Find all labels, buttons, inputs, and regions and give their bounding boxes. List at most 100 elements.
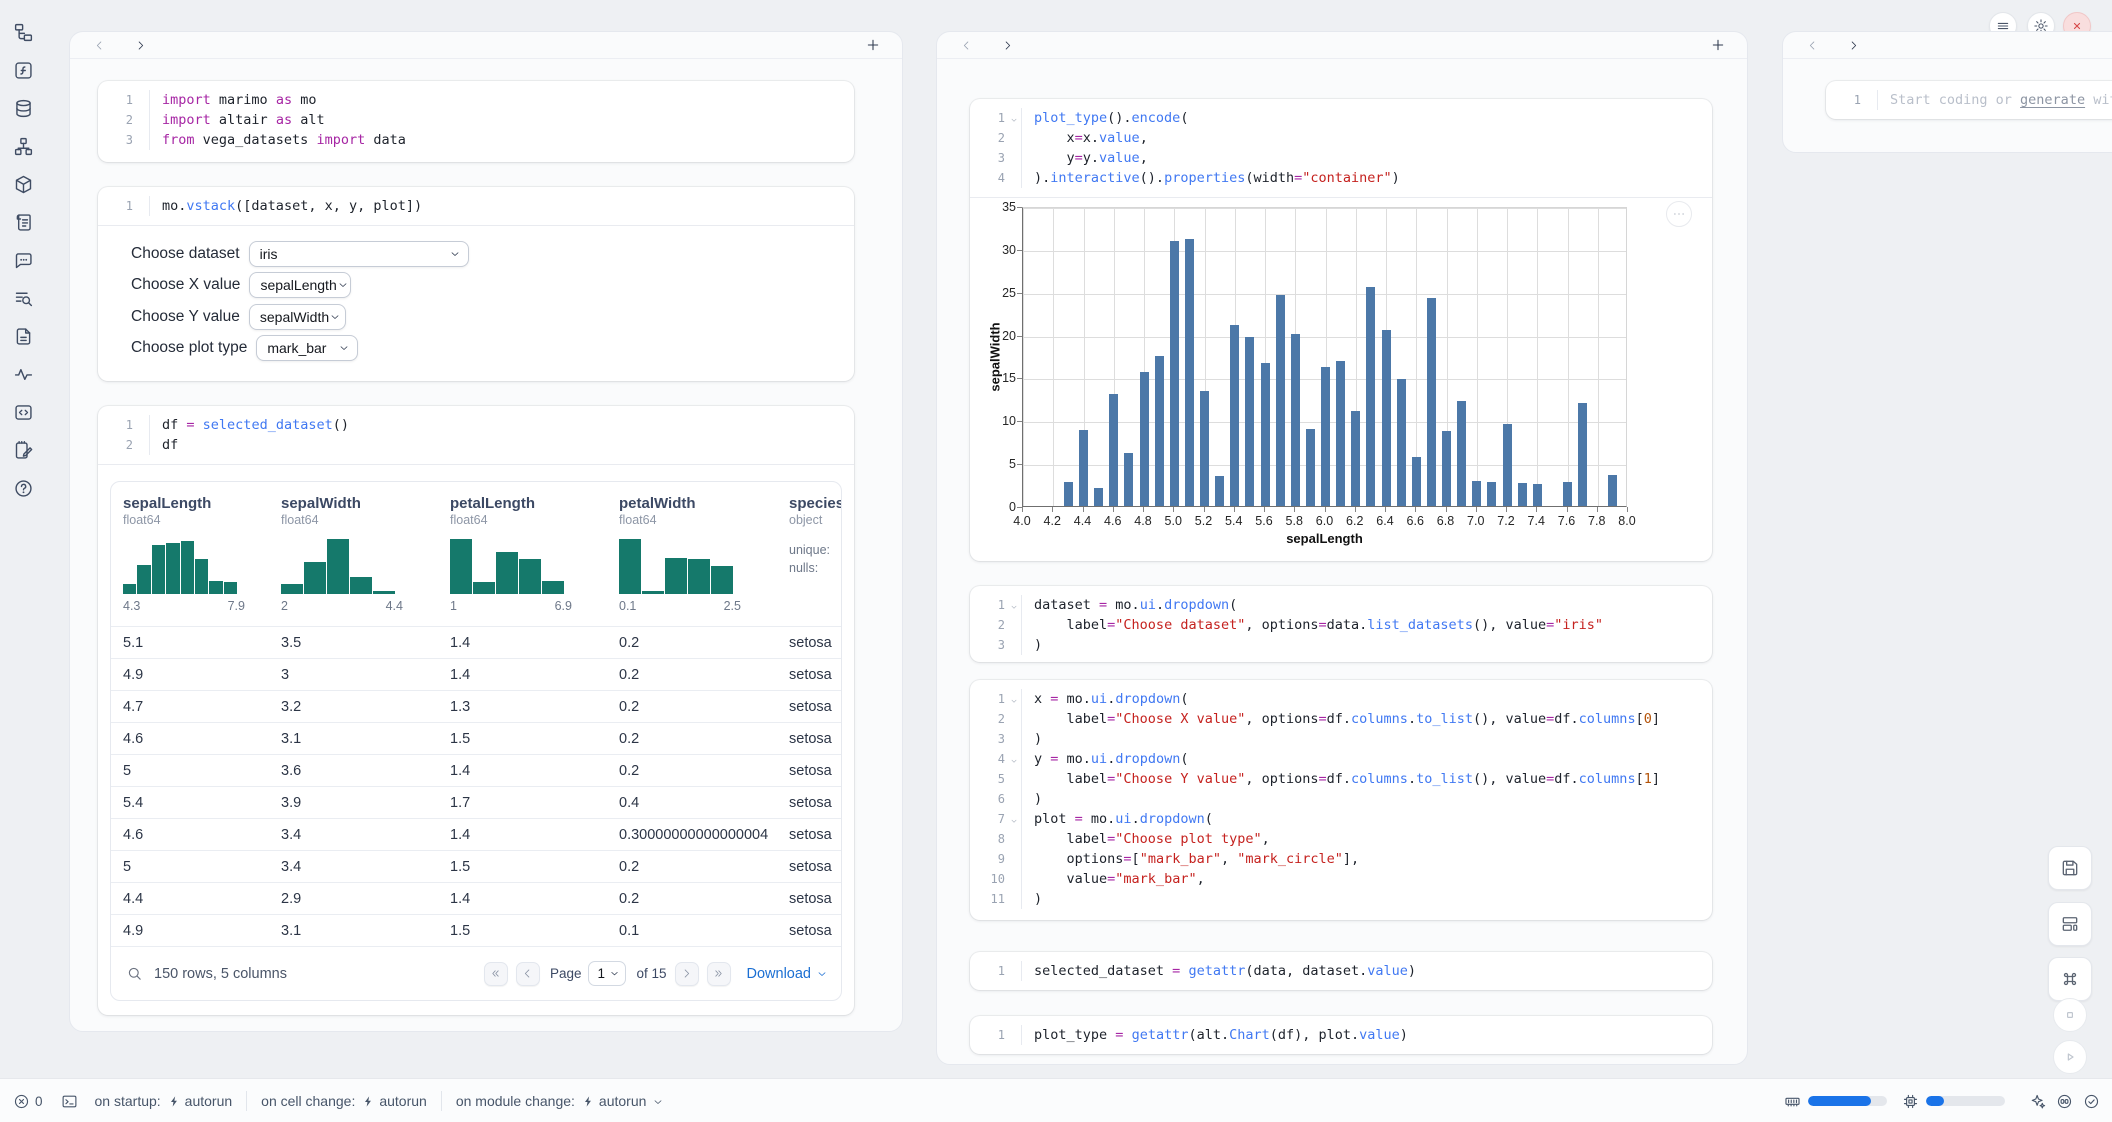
error-count-icon[interactable] xyxy=(12,1092,30,1110)
x-tick-label: 7.0 xyxy=(1459,514,1493,528)
table-row[interactable]: 4.931.40.2setosa xyxy=(111,659,841,691)
generate-link[interactable]: generate xyxy=(2020,92,2085,108)
code-snippet-icon[interactable] xyxy=(11,400,36,425)
terminal-icon[interactable] xyxy=(61,1092,79,1110)
chevron-left-icon[interactable] xyxy=(957,36,975,54)
x-tick-label: 7.2 xyxy=(1489,514,1523,528)
table-cell: 4.4 xyxy=(111,891,269,907)
logs-search-icon[interactable] xyxy=(11,286,36,311)
ellipsis-icon xyxy=(1670,205,1688,223)
cell-xy-dropdowns[interactable]: 1x = mo.ui.dropdown(2 label="Choose X va… xyxy=(970,680,1712,920)
code-editor[interactable]: 1x = mo.ui.dropdown(2 label="Choose X va… xyxy=(970,680,1712,918)
copilot-icon[interactable] xyxy=(2055,1092,2073,1110)
scratchpad-icon[interactable] xyxy=(11,438,36,463)
cell-dataframe[interactable]: 1df = selected_dataset()2df sepalLengthf… xyxy=(98,406,854,1015)
double-chevron-right-icon xyxy=(712,967,725,980)
table-row[interactable]: 53.61.40.2setosa xyxy=(111,755,841,787)
chevron-left-icon[interactable] xyxy=(1803,36,1821,54)
package-icon[interactable] xyxy=(11,172,36,197)
table-row[interactable]: 4.63.11.50.2setosa xyxy=(111,723,841,755)
column-header-sepalWidth[interactable]: sepalWidthfloat6424.4 xyxy=(269,482,438,626)
cell-dataset-dropdown[interactable]: 1dataset = mo.ui.dropdown(2 label="Choos… xyxy=(970,586,1712,662)
x-tick-label: 6.0 xyxy=(1308,514,1342,528)
choose-dataset-select[interactable]: iris xyxy=(249,241,469,267)
add-cell-icon[interactable] xyxy=(864,36,882,54)
code-line: dataset = mo.ui.dropdown( xyxy=(1022,595,1237,615)
line-number: 2 xyxy=(98,110,150,130)
table-row[interactable]: 5.13.51.40.2setosa xyxy=(111,627,841,659)
cell-empty[interactable]: 1 Start coding or generate with AI xyxy=(1826,81,2112,119)
y-tick-label: 0 xyxy=(988,500,1016,514)
column-header-petalLength[interactable]: petalLengthfloat6416.9 xyxy=(438,482,607,626)
shortcuts-button[interactable] xyxy=(2048,957,2092,1001)
activity-icon[interactable] xyxy=(11,362,36,387)
cell-plot-type[interactable]: 1plot_type = getattr(alt.Chart(df), plot… xyxy=(970,1016,1712,1054)
stop-button[interactable] xyxy=(2053,998,2087,1032)
table-row[interactable]: 53.41.50.2setosa xyxy=(111,851,841,883)
code-placeholder[interactable]: Start coding or generate with AI xyxy=(1878,90,2112,110)
file-tree-icon[interactable] xyxy=(11,20,36,45)
x-tick xyxy=(1506,507,1507,512)
cell-selected-dataset[interactable]: 1selected_dataset = getattr(data, datase… xyxy=(970,952,1712,990)
page-select[interactable]: 1 xyxy=(588,961,626,986)
column-header-petalWidth[interactable]: petalWidthfloat640.12.5 xyxy=(607,482,777,626)
y-tick-label: 25 xyxy=(988,286,1016,300)
next-page-button[interactable] xyxy=(675,962,699,986)
x-tick-label: 8.0 xyxy=(1610,514,1644,528)
dependency-graph-icon[interactable] xyxy=(11,134,36,159)
autorun-setting[interactable]: on module change:autorun xyxy=(456,1093,665,1109)
download-button[interactable]: Download xyxy=(747,966,829,982)
table-cell: 5.1 xyxy=(111,635,269,651)
chevron-left-icon[interactable] xyxy=(90,36,108,54)
choose-x-value-select[interactable]: sepalLength xyxy=(249,272,351,298)
cell-imports[interactable]: 1import marimo as mo2import altair as al… xyxy=(98,81,854,162)
code-editor[interactable]: 1df = selected_dataset()2df xyxy=(98,406,854,465)
table-row[interactable]: 5.43.91.70.4setosa xyxy=(111,787,841,819)
code-editor[interactable]: 1import marimo as mo2import altair as al… xyxy=(98,81,854,159)
choose-y-value-select[interactable]: sepalWidth xyxy=(249,304,346,330)
cell-plot[interactable]: 1plot_type().encode(2 x=x.value,3 y=y.va… xyxy=(970,99,1712,561)
column-header-sepalLength[interactable]: sepalLengthfloat644.37.9 xyxy=(111,482,269,626)
search-icon[interactable] xyxy=(126,965,143,982)
chart-actions-button[interactable] xyxy=(1666,201,1692,227)
cell-vstack[interactable]: 1mo.vstack([dataset, x, y, plot]) Choose… xyxy=(98,187,854,381)
table-row[interactable]: 4.42.91.40.2setosa xyxy=(111,883,841,915)
functions-icon[interactable] xyxy=(11,58,36,83)
table-row[interactable]: 4.93.11.50.1setosa xyxy=(111,915,841,947)
dataframe-table: sepalLengthfloat644.37.9sepalWidthfloat6… xyxy=(110,481,842,1001)
column-header-species[interactable]: speciesobjectunique:nulls: xyxy=(777,482,841,626)
code-editor[interactable]: 1selected_dataset = getattr(data, datase… xyxy=(970,952,1712,990)
chevron-right-icon[interactable] xyxy=(1844,36,1862,54)
run-button[interactable] xyxy=(2053,1040,2087,1074)
choose-plot-type-select[interactable]: mark_bar xyxy=(256,335,358,361)
code-line: label="Choose Y value", options=df.colum… xyxy=(1022,769,1660,789)
document-icon[interactable] xyxy=(11,324,36,349)
script-icon[interactable] xyxy=(11,210,36,235)
prev-page-button[interactable] xyxy=(516,962,540,986)
code-editor[interactable]: 1plot_type().encode(2 x=x.value,3 y=y.va… xyxy=(970,99,1712,198)
database-icon[interactable] xyxy=(11,96,36,121)
line-number: 1 xyxy=(98,196,150,216)
table-row[interactable]: 4.63.41.40.30000000000000004setosa xyxy=(111,819,841,851)
save-button[interactable] xyxy=(2048,846,2092,890)
help-icon[interactable] xyxy=(11,476,36,501)
layout-button[interactable] xyxy=(2048,902,2092,946)
x-tick-label: 4.6 xyxy=(1096,514,1130,528)
code-editor[interactable]: 1mo.vstack([dataset, x, y, plot]) xyxy=(98,187,854,226)
first-page-button[interactable] xyxy=(484,962,508,986)
code-editor[interactable]: 1dataset = mo.ui.dropdown(2 label="Choos… xyxy=(970,586,1712,664)
last-page-button[interactable] xyxy=(707,962,731,986)
chevron-left-icon xyxy=(521,967,534,980)
sparkles-icon[interactable] xyxy=(2028,1092,2046,1110)
table-cell: 1.5 xyxy=(438,731,607,747)
check-circle-icon[interactable] xyxy=(2082,1092,2100,1110)
code-editor[interactable]: 1plot_type = getattr(alt.Chart(df), plot… xyxy=(970,1016,1712,1054)
table-row[interactable]: 4.73.21.30.2setosa xyxy=(111,691,841,723)
chevron-right-icon[interactable] xyxy=(131,36,149,54)
add-cell-icon[interactable] xyxy=(1709,36,1727,54)
table-cell: 3 xyxy=(269,667,438,683)
autorun-setting[interactable]: on cell change:autorun xyxy=(261,1093,427,1109)
chatbot-icon[interactable] xyxy=(11,248,36,273)
autorun-setting[interactable]: on startup:autorun xyxy=(95,1093,233,1109)
chevron-right-icon[interactable] xyxy=(998,36,1016,54)
